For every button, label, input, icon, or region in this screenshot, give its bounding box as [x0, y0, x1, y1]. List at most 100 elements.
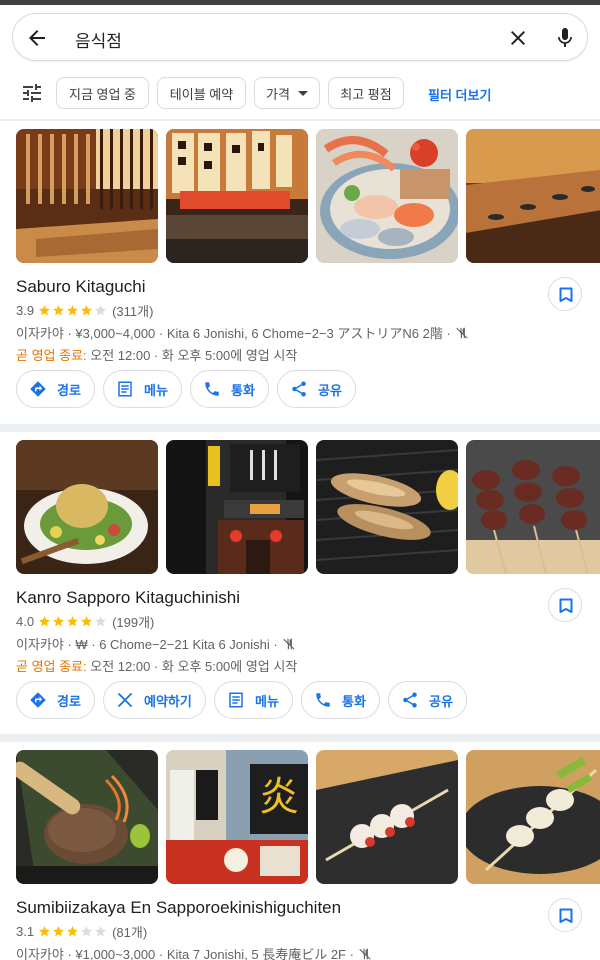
review-count: (311개) [112, 304, 154, 319]
call-button[interactable]: 통화 [190, 370, 269, 408]
menu-button[interactable]: 메뉴 [214, 681, 293, 719]
filter-sliders-icon[interactable] [20, 81, 44, 105]
closing-soon-label: 곧 영업 종료: [16, 659, 87, 674]
menu-book-icon [118, 381, 132, 397]
details-text: 이자카야 · ¥1,000~3,000 · Kita 7 Jonishi, 5 … [16, 947, 354, 960]
place-name[interactable]: Kanro Sapporo Kitaguchinishi [16, 588, 240, 608]
chip-price[interactable]: 가격 [254, 77, 320, 109]
star-full-icon [67, 926, 78, 937]
star-empty-icon [95, 926, 106, 937]
save-button[interactable] [548, 898, 582, 932]
menu-button[interactable]: 메뉴 [103, 370, 182, 408]
rating-row: 3.9 (311개) [16, 301, 153, 320]
details-text: 이자카야 · ¥3,000~4,000 · Kita 6 Jonishi, 6 … [16, 326, 451, 341]
photo-strip[interactable]: 炎 [16, 750, 600, 884]
chevron-down-icon [297, 90, 308, 96]
restaurant-photo[interactable] [466, 440, 600, 574]
result-card[interactable]: 炎 Sumibiizakaya En Sapporoekinishiguchit… [0, 750, 600, 960]
star-full-icon [39, 616, 50, 627]
restaurant-photo[interactable] [466, 129, 600, 263]
directions-button[interactable]: 경로 [16, 681, 95, 719]
star-full-icon [53, 616, 64, 627]
chip-open-now[interactable]: 지금 영업 중 [56, 77, 149, 109]
restaurant-photo[interactable] [316, 440, 458, 574]
star-full-icon [39, 926, 50, 937]
save-button[interactable] [548, 277, 582, 311]
no-dine-in-icon [456, 327, 468, 339]
result-card[interactable]: Kanro Sapporo Kitaguchinishi 4.0 (199개) … [0, 440, 600, 730]
star-full-icon [81, 305, 92, 316]
star-rating [38, 615, 108, 628]
details-row: 이자카야 · ¥1,000~3,000 · Kita 7 Jonishi, 5 … [16, 944, 372, 960]
review-count: (81개) [112, 925, 148, 940]
share-icon [292, 381, 306, 397]
restaurant-photo[interactable] [316, 750, 458, 884]
no-dine-in-icon [359, 948, 371, 960]
details-row: 이자카야 · ₩ · 6 Chome−2−21 Kita 6 Jonishi · [16, 634, 296, 653]
call-button[interactable]: 통화 [301, 681, 380, 719]
bookmark-icon [559, 598, 573, 613]
place-name[interactable]: Saburo Kitaguchi [16, 277, 145, 297]
back-arrow-icon[interactable] [25, 26, 49, 50]
share-icon [403, 692, 417, 708]
more-filters-link[interactable]: 필터 더보기 [428, 85, 491, 104]
menu-label: 메뉴 [255, 693, 279, 709]
share-label: 공유 [429, 693, 453, 709]
restaurant-photo[interactable] [166, 129, 308, 263]
hours-text: 오전 12:00 · 화 오후 5:00에 영업 시작 [86, 659, 298, 674]
rating-value: 3.1 [16, 924, 35, 939]
chip-top-rated[interactable]: 최고 평점 [328, 77, 404, 109]
directions-button[interactable]: 경로 [16, 370, 95, 408]
closing-soon-label: 곧 영업 종료: [16, 348, 87, 363]
rating-row: 3.1 (81개) [16, 922, 147, 941]
no-dine-in-icon [283, 638, 295, 650]
restaurant-photo[interactable] [16, 750, 158, 884]
share-button[interactable]: 공유 [277, 370, 356, 408]
bookmark-icon [559, 287, 573, 302]
directions-icon [30, 692, 46, 708]
restaurant-photo[interactable] [16, 440, 158, 574]
chip-table-reservation[interactable]: 테이블 예약 [157, 77, 246, 109]
directions-label: 경로 [57, 382, 81, 398]
place-name[interactable]: Sumibiizakaya En Sapporoekinishiguchiten [16, 898, 341, 918]
star-full-icon [39, 305, 50, 316]
directions-icon [30, 381, 46, 397]
reserve-button[interactable]: 예약하기 [103, 681, 206, 719]
save-button[interactable] [548, 588, 582, 622]
restaurant-photo[interactable] [166, 440, 308, 574]
share-button[interactable]: 공유 [388, 681, 467, 719]
restaurant-photo[interactable] [16, 129, 158, 263]
chip-price-label: 가격 [266, 86, 290, 102]
phone-icon [205, 382, 219, 396]
star-empty-icon [81, 926, 92, 937]
rating-value: 4.0 [16, 614, 35, 629]
clear-icon[interactable] [506, 26, 530, 50]
restaurant-photo[interactable] [466, 750, 600, 884]
share-label: 공유 [318, 382, 342, 398]
section-divider [0, 424, 600, 432]
phone-icon [316, 693, 330, 707]
photo-strip[interactable] [16, 129, 600, 263]
star-full-icon [67, 305, 78, 316]
status-strip [0, 0, 600, 5]
star-empty-icon [95, 305, 106, 316]
divider [0, 119, 600, 121]
result-card[interactable]: Saburo Kitaguchi 3.9 (311개) 이자카야 · ¥3,00… [0, 129, 600, 419]
search-box[interactable]: 음식점 [12, 13, 588, 61]
photo-strip[interactable] [16, 440, 600, 574]
hours-text: 오전 12:00 · 화 오후 5:00에 영업 시작 [86, 348, 298, 363]
bookmark-icon [559, 908, 573, 923]
call-label: 통화 [231, 382, 255, 398]
hours-row: 곧 영업 종료: 오전 12:00 · 화 오후 5:00에 영업 시작 [16, 656, 297, 675]
star-empty-icon [95, 616, 106, 627]
details-text: 이자카야 · ₩ · 6 Chome−2−21 Kita 6 Jonishi · [16, 637, 278, 652]
restaurant-photo[interactable] [316, 129, 458, 263]
call-label: 통화 [342, 693, 366, 709]
star-full-icon [53, 305, 64, 316]
details-row: 이자카야 · ¥3,000~4,000 · Kita 6 Jonishi, 6 … [16, 323, 469, 342]
reserve-label: 예약하기 [144, 693, 192, 709]
restaurant-photo[interactable]: 炎 [166, 750, 308, 884]
directions-label: 경로 [57, 693, 81, 709]
search-input[interactable]: 음식점 [75, 27, 122, 52]
microphone-icon[interactable] [553, 25, 577, 51]
